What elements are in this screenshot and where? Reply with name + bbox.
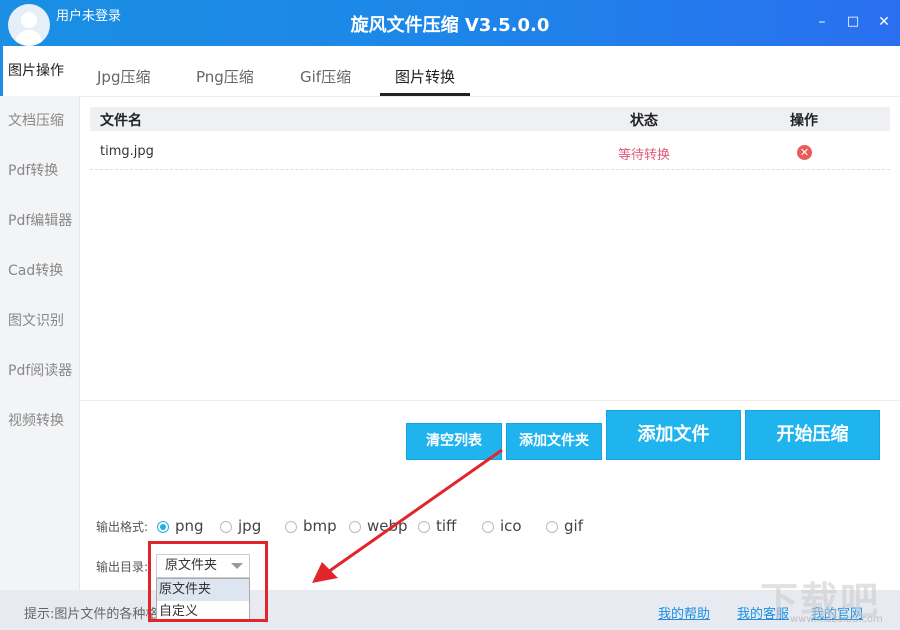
tab-png-compress[interactable]: Png压缩 [196, 66, 254, 87]
watermark-url: www.xiazaiba.com [790, 614, 883, 625]
tip-text: 提示:图片文件的各种格 [24, 607, 159, 622]
tab-image-convert[interactable]: 图片转换 [395, 66, 455, 87]
tab-gif-compress[interactable]: Gif压缩 [300, 66, 351, 87]
output-dir-label: 输出目录: [96, 560, 149, 574]
table-row[interactable]: timg.jpg 等待转换 ✕ [90, 140, 890, 170]
column-header-action: 操作 [790, 113, 818, 129]
minimize-icon[interactable]: – [812, 12, 832, 32]
divider [80, 96, 900, 97]
close-icon[interactable]: ✕ [874, 12, 894, 32]
help-link[interactable]: 我的帮助 [658, 603, 710, 622]
clear-list-button[interactable]: 清空列表 [406, 423, 502, 460]
tab-jpg-compress[interactable]: Jpg压缩 [97, 66, 150, 87]
sidebar-item-doc-compress[interactable]: 文档压缩 [0, 96, 80, 146]
delete-icon[interactable]: ✕ [797, 145, 812, 160]
sidebar: 图片操作 文档压缩 Pdf转换 Pdf编辑器 Cad转换 图文识别 Pdf阅读器… [0, 46, 80, 590]
add-file-button[interactable]: 添加文件 [606, 410, 741, 460]
sidebar-item-pdf-editor[interactable]: Pdf编辑器 [0, 196, 80, 246]
sidebar-item-pdf-convert[interactable]: Pdf转换 [0, 146, 80, 196]
sidebar-item-video-convert[interactable]: 视频转换 [0, 396, 80, 446]
sidebar-item-image-ops[interactable]: 图片操作 [0, 46, 80, 96]
table-header: 文件名 状态 操作 [90, 107, 890, 131]
maximize-icon[interactable]: □ [843, 12, 863, 32]
app-title: 旋风文件压缩 V3.5.0.0 [350, 15, 550, 36]
file-status: 等待转换 [618, 148, 671, 163]
sidebar-item-cad-convert[interactable]: Cad转换 [0, 246, 80, 296]
start-compress-button[interactable]: 开始压缩 [745, 410, 880, 460]
column-header-filename: 文件名 [100, 113, 142, 129]
sidebar-item-pdf-reader[interactable]: Pdf阅读器 [0, 346, 80, 396]
column-header-status: 状态 [630, 113, 658, 129]
output-format-label: 输出格式: [96, 520, 149, 534]
file-name: timg.jpg [100, 144, 154, 159]
title-bar: 用户未登录 旋风文件压缩 V3.5.0.0 – □ ✕ [0, 0, 900, 46]
sidebar-item-ocr[interactable]: 图文识别 [0, 296, 80, 346]
divider [80, 400, 900, 401]
add-folder-button[interactable]: 添加文件夹 [506, 423, 602, 460]
annotation-highlight-box [148, 541, 268, 622]
